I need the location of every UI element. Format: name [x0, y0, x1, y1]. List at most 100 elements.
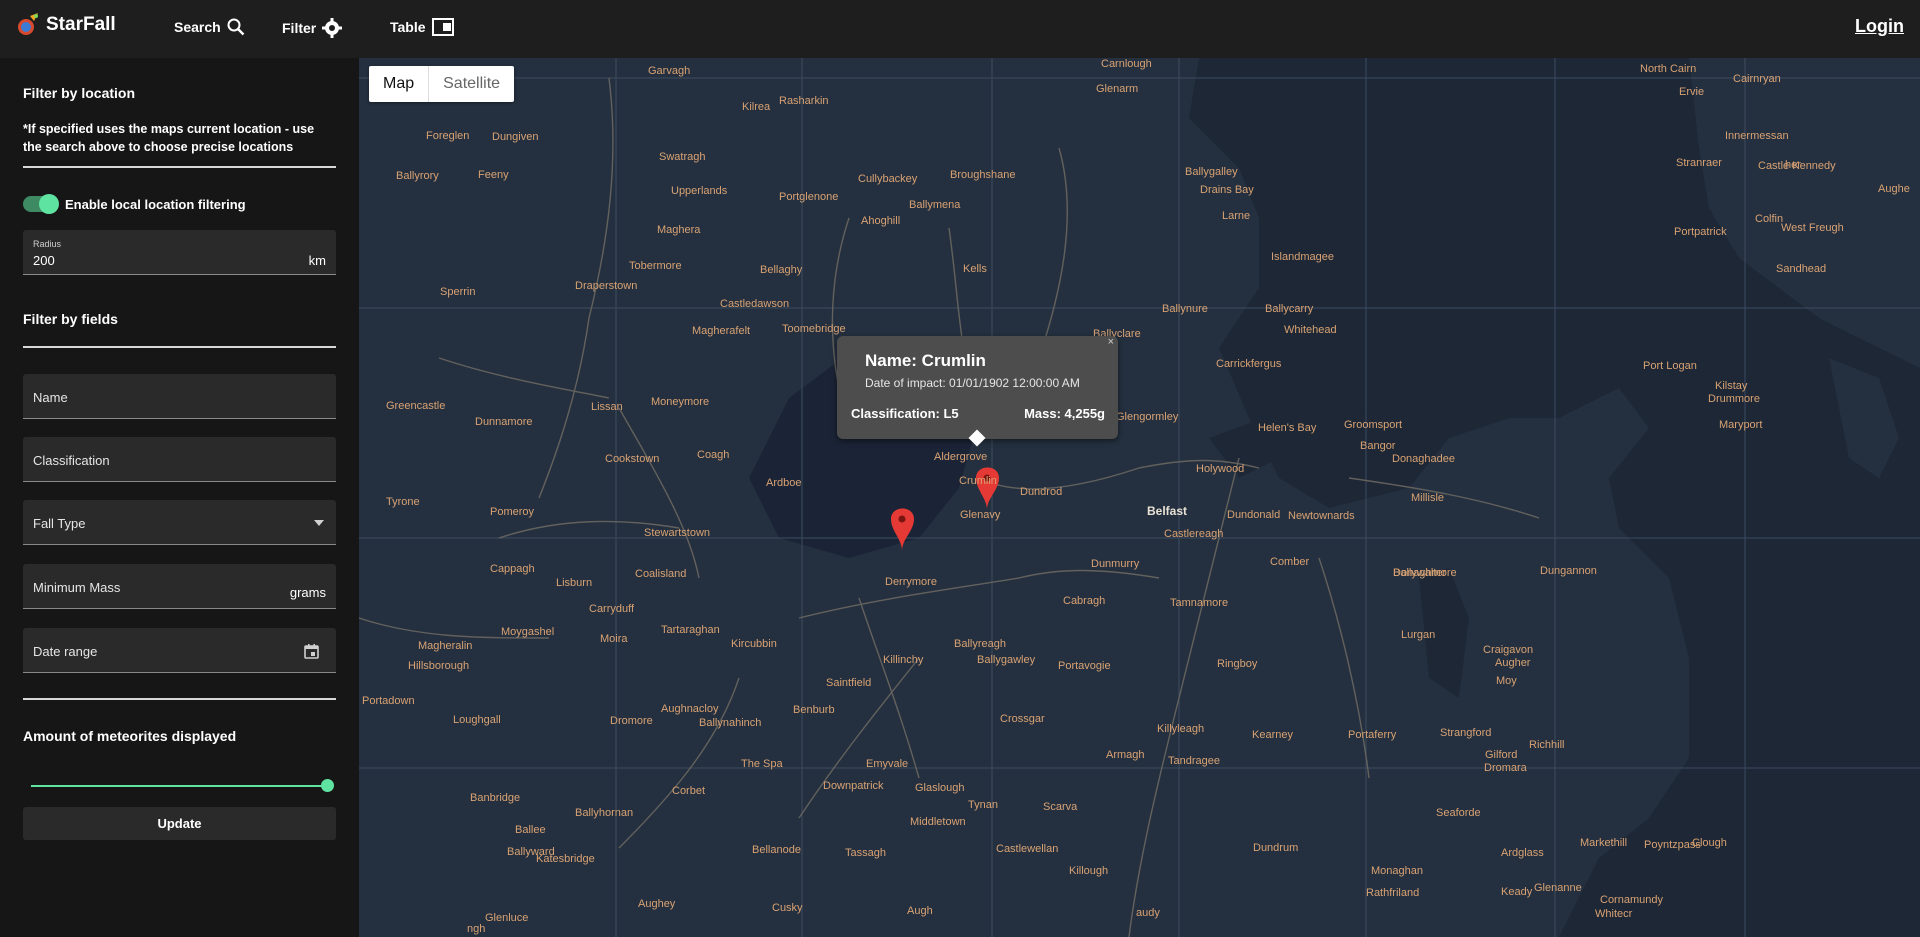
filter-sidebar: Filter by location *If specified uses th… [0, 58, 359, 937]
app-logo[interactable]: StarFall [14, 12, 116, 38]
place-label: Castlewellan [996, 843, 1059, 855]
place-label: Foreglen [426, 130, 470, 142]
place-label: Cusky [772, 902, 803, 914]
place-label: Bellanode [752, 844, 801, 856]
dropdown-arrow-icon [314, 520, 324, 526]
meteor-logo-icon [18, 13, 38, 35]
place-label: Bangor [1360, 440, 1396, 452]
place-label: Portadown [362, 695, 415, 707]
place-label: Cabragh [1063, 595, 1106, 607]
place-label: Castlereagh [1164, 528, 1224, 540]
date-range-field[interactable]: Date range [23, 628, 336, 673]
place-label: Stranraer [1676, 157, 1722, 169]
name-field[interactable]: Name [23, 374, 336, 419]
map-view[interactable]: Map Satellite Garvagh Carnlough Glenarm … [359, 58, 1920, 937]
place-label: The Spa [741, 758, 783, 770]
minimum-mass-label: Minimum Mass [33, 580, 121, 595]
place-label: Clough [1692, 837, 1727, 849]
place-label: Coagh [697, 449, 730, 461]
place-label: Glenarm [1096, 83, 1139, 95]
nav-table[interactable]: Table [390, 18, 454, 36]
place-label: Kilstay [1715, 380, 1748, 392]
place-label: Ballee [515, 824, 546, 836]
amount-title: Amount of meteorites displayed [23, 728, 237, 744]
toggle-label: Enable local location filtering [65, 196, 246, 212]
app-name: StarFall [46, 14, 116, 35]
place-label: Kircubbin [731, 638, 777, 650]
gear-icon [322, 18, 343, 38]
fall-type-select[interactable]: Fall Type [23, 500, 336, 545]
place-label: Tandragee [1168, 755, 1220, 767]
place-label: Ballygalley [1185, 166, 1238, 178]
place-label: Dungannon [1540, 565, 1597, 577]
place-label: Belfast [1147, 504, 1188, 518]
search-icon [227, 18, 245, 36]
login-link[interactable]: Login [1855, 16, 1904, 37]
place-label: Swatragh [659, 151, 706, 163]
place-label: Lurgan [1401, 629, 1436, 641]
place-label: Drains Bay [1200, 184, 1254, 196]
place-label: Dundrum [1253, 842, 1299, 854]
date-range-label: Date range [33, 644, 98, 659]
amount-slider-thumb[interactable] [321, 779, 334, 792]
place-label: Glaslough [915, 782, 965, 794]
nav-search-label: Search [174, 19, 221, 35]
place-label: Cornamundy [1600, 894, 1663, 906]
calendar-icon[interactable] [304, 644, 319, 659]
place-label: Sandhead [1776, 263, 1827, 275]
classification-field[interactable]: Classification [23, 437, 336, 482]
place-label: Dunmurry [1091, 558, 1140, 570]
close-icon[interactable]: × [1108, 336, 1114, 348]
place-label: ngh [467, 923, 486, 935]
nav-filter[interactable]: Filter [282, 18, 343, 38]
place-label: Toomebridge [782, 323, 846, 335]
location-toggle[interactable] [23, 194, 59, 214]
place-label: Tobermore [629, 260, 682, 272]
top-navbar: StarFall Search Filter Table Login [0, 0, 1920, 58]
place-label: Comber [1270, 556, 1310, 568]
map-background [359, 58, 1920, 937]
place-label: Crumlin [959, 475, 997, 487]
map-type-satellite-button[interactable]: Satellite [429, 66, 514, 102]
nav-search[interactable]: Search [174, 18, 245, 36]
place-label: Ballyhornan [575, 807, 634, 819]
place-label: Banbridge [470, 792, 521, 804]
place-label: Ballymena [909, 199, 961, 211]
update-button[interactable]: Update [23, 807, 336, 840]
place-label: Whitecr [1595, 908, 1633, 920]
local-location-toggle-row[interactable]: Enable local location filtering [23, 194, 246, 214]
place-label: Portglenone [779, 191, 839, 203]
place-label: Emyvale [866, 758, 909, 770]
amount-slider-track[interactable] [31, 785, 326, 787]
place-label: Lisburn [556, 577, 593, 589]
place-label: Cullybackey [858, 173, 918, 185]
name-label: Name [33, 390, 68, 405]
place-label: Millisle [1411, 492, 1444, 504]
place-label: Augher [1495, 657, 1531, 669]
place-label: Moneymore [651, 396, 710, 408]
place-label: Glengormley [1116, 411, 1179, 423]
radius-field[interactable]: Radius 200 km [23, 230, 336, 275]
place-label: Dromore [610, 715, 653, 727]
minimum-mass-field[interactable]: Minimum Mass grams [23, 564, 336, 609]
place-label: Ballyreagh [954, 638, 1006, 650]
popup-mass: Mass: 4,255g [1024, 406, 1105, 421]
place-label: Gilford [1485, 749, 1518, 761]
radius-value: 200 [33, 253, 55, 268]
place-label: Islandmagee [1271, 251, 1334, 263]
filter-fields-title: Filter by fields [23, 311, 118, 327]
place-label: Castledawson [720, 298, 790, 310]
place-label: Richhill [1529, 739, 1565, 751]
place-label: Helen's Bay [1258, 422, 1317, 434]
table-icon [431, 18, 454, 36]
place-label: Cappagh [490, 563, 535, 575]
place-label: Ahoghill [861, 215, 901, 227]
place-label: Downpatrick [823, 780, 884, 792]
map-type-map-button[interactable]: Map [369, 66, 430, 102]
place-label: Aughey [638, 898, 676, 910]
place-label: Portpatrick [1674, 226, 1727, 238]
place-label: Moira [600, 633, 628, 645]
place-label: Maryport [1719, 419, 1763, 431]
place-label: Moygashel [501, 626, 555, 638]
popup-date: Date of impact: 01/01/1902 12:00:00 AM [865, 376, 1080, 390]
